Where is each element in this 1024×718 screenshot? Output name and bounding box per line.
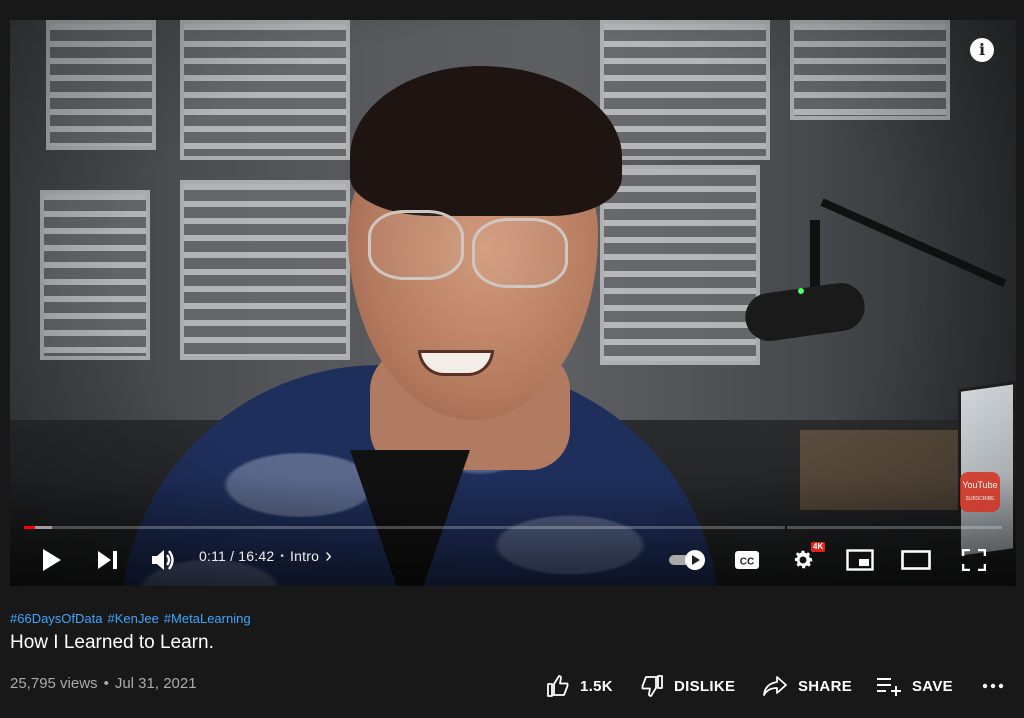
share-button[interactable]: SHARE [762, 672, 852, 700]
watermark-text: You [962, 480, 978, 490]
share-label: SHARE [798, 677, 853, 695]
fullscreen-button[interactable] [957, 542, 991, 578]
chapter-marker [785, 526, 787, 529]
hashtag-list: #66DaysOfData #KenJee #MetaLearning [10, 611, 251, 626]
current-time: 0:11 [199, 548, 227, 564]
volume-button[interactable] [148, 542, 180, 578]
like-count: 1.5K [580, 677, 613, 695]
theater-icon [901, 550, 931, 570]
play-button[interactable] [36, 542, 68, 578]
progress-played [24, 526, 35, 529]
cc-icon: CC [735, 551, 759, 569]
svg-text:CC: CC [740, 557, 754, 568]
next-icon [98, 551, 117, 569]
autoplay-toggle[interactable] [666, 542, 710, 578]
quality-badge: 4K [811, 542, 826, 552]
upload-date: Jul 31, 2021 [114, 675, 197, 692]
save-label: SAVE [912, 677, 953, 695]
watermark-subscribe-text: SUBSCRIBE [965, 496, 995, 502]
autoplay-toggle-icon [669, 550, 705, 570]
time-chapter-separator: • [280, 550, 285, 562]
time-display: 0:11 / 16:42 • Intro › [199, 545, 332, 567]
video-title: How I Learned to Learn. [10, 632, 214, 653]
share-icon [763, 676, 787, 696]
dislike-button[interactable]: DISLIKE [640, 672, 735, 700]
hashtag-link[interactable]: #MetaLearning [164, 611, 251, 626]
chapter-button[interactable]: Intro › [290, 545, 332, 567]
play-icon [43, 549, 61, 571]
more-horizontal-icon [982, 683, 1004, 689]
progress-bar[interactable] [24, 526, 1002, 529]
miniplayer-button[interactable] [843, 542, 877, 578]
theater-mode-button[interactable] [899, 542, 933, 578]
fullscreen-icon [962, 549, 986, 571]
thumbs-up-icon [547, 675, 569, 697]
miniplayer-icon [846, 549, 874, 571]
video-player[interactable]: i YouTube SUBSCRIBE 0:11 / 16:42 • Intro… [10, 20, 1016, 586]
watermark-text: Tube [977, 480, 998, 490]
time-separator: / [226, 548, 239, 564]
dislike-label: DISLIKE [674, 677, 736, 695]
channel-watermark[interactable]: YouTube SUBSCRIBE [960, 472, 1000, 512]
thumbs-down-icon [641, 675, 663, 697]
view-count: 25,795 views [10, 675, 98, 692]
captions-button[interactable]: CC [730, 542, 764, 578]
add-to-playlist-icon [877, 678, 901, 696]
volume-icon [152, 550, 174, 570]
info-icon[interactable]: i [970, 38, 994, 62]
hashtag-link[interactable]: #KenJee [108, 611, 159, 626]
chevron-right-icon: › [325, 545, 332, 567]
next-button[interactable] [92, 542, 124, 578]
hashtag-link[interactable]: #66DaysOfData [10, 611, 103, 626]
video-stats: 25,795 views • Jul 31, 2021 [10, 675, 197, 692]
stats-separator: • [103, 675, 109, 692]
like-button[interactable]: 1.5K [546, 672, 613, 700]
more-actions-button[interactable] [982, 672, 1004, 700]
chapter-title: Intro [290, 548, 320, 564]
duration: 16:42 [238, 548, 275, 564]
save-button[interactable]: SAVE [876, 672, 953, 700]
